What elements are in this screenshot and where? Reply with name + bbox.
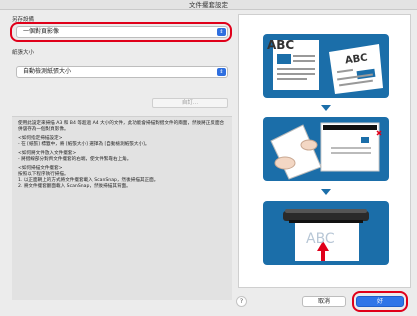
description-box: 使用此設定來掃描 A3 和 B4 等超過 A4 大小的文件，此功能會掃描對摺文件… <box>12 116 232 300</box>
save-type-select[interactable]: 一個對頁影像 ⇕ <box>16 26 228 38</box>
arrow-down-icon <box>321 105 331 111</box>
arrow-down-icon <box>321 189 331 195</box>
settings-panel: 另存設備 一個對頁影像 ⇕ 紙張大小 自動檢測紙張大小 ⇕ 自訂... 使用此設… <box>6 14 232 300</box>
illustration-abc-scan: ABC <box>306 231 335 247</box>
paper-size-label: 紙張大小 <box>12 50 35 56</box>
illustration-card-insert <box>263 117 389 181</box>
illustration-panel: ABC ABC ABC <box>238 14 411 288</box>
paper-size-select[interactable]: 自動檢測紙張大小 ⇕ <box>16 66 228 78</box>
select-arrow-icon: ⇕ <box>217 28 226 36</box>
help-button[interactable]: ? <box>236 296 247 307</box>
desc-intro: 使用此設定來掃描 A3 和 B4 等超過 A4 大小的文件，此功能會掃描對摺文件… <box>18 121 225 132</box>
select-arrow-icon: ⇕ <box>217 68 226 76</box>
save-type-value: 一個對頁影像 <box>23 28 60 35</box>
desc-q3-step2: 2. 將文件擺套翻面載入 ScanSnap，然後掃描其背面。 <box>18 184 131 189</box>
paper-size-value: 自動檢測紙張大小 <box>23 68 72 75</box>
insert-carrier-illustration <box>270 122 382 180</box>
custom-size-button[interactable]: 自訂... <box>152 98 228 108</box>
window-title: 文件擺套設定 <box>189 1 228 9</box>
illustration-abc-left: ABC <box>267 38 295 52</box>
ok-button[interactable]: 好 <box>356 296 404 307</box>
dialog-footer: ? 取消 好 <box>0 290 417 316</box>
desc-q2-body: - 將摺線部分對齊文件擺套的右端，使文件緊靠右上角。 <box>18 157 132 162</box>
window-titlebar: 文件擺套設定 <box>0 0 417 10</box>
cancel-button[interactable]: 取消 <box>302 296 346 307</box>
desc-q1-body: - 在 [紙張] 標籤中，將 [紙張大小] 選擇為 [自動檢測紙張大小]。 <box>18 142 150 147</box>
